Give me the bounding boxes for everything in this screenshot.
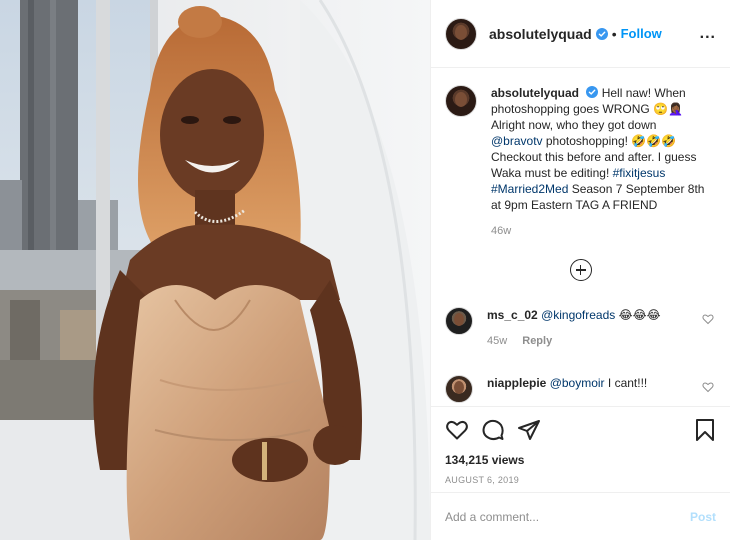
comment-text: 😂😂😂	[615, 308, 661, 322]
author-username[interactable]: absolutelyquad	[489, 26, 592, 42]
share-send-icon[interactable]	[517, 418, 541, 442]
comment-username[interactable]: niapplepie	[487, 376, 546, 390]
comment-mention[interactable]: @kingofreads	[541, 308, 615, 322]
comment-timestamp[interactable]: 45w	[487, 335, 507, 347]
comment-avatar[interactable]	[445, 307, 473, 335]
caption-username[interactable]: absolutelyquad	[491, 86, 579, 100]
comment-item: niapplepie @boymoir I cant!!!	[445, 375, 716, 403]
verified-badge-icon	[595, 27, 608, 40]
comment-like-heart-icon[interactable]	[702, 313, 714, 325]
caption-avatar[interactable]	[445, 85, 477, 117]
post-actions: 134,215 views AUGUST 6, 2019	[431, 406, 730, 485]
comment-like-heart-icon[interactable]	[702, 381, 714, 393]
load-more-comments	[445, 259, 716, 281]
caption: absolutelyquad Hell naw! When photoshopp…	[445, 85, 716, 239]
caption-mention[interactable]: @bravotv	[491, 134, 543, 148]
reply-button[interactable]: Reply	[522, 335, 552, 347]
comment-avatar[interactable]	[445, 375, 473, 403]
caption-hashtag-fixitjesus[interactable]: #fixitjesus	[613, 166, 666, 180]
header-separator: •	[611, 25, 617, 42]
more-options-icon[interactable]: ...	[700, 25, 716, 43]
post-image[interactable]	[0, 0, 430, 540]
view-count[interactable]: 134,215 views	[445, 453, 716, 467]
author-avatar[interactable]	[445, 17, 477, 50]
post-comment-button[interactable]: Post	[690, 510, 716, 524]
caption-hashtag-married2med[interactable]: #Married2Med	[491, 182, 568, 196]
post-date[interactable]: AUGUST 6, 2019	[445, 475, 716, 485]
add-comment-input[interactable]	[445, 509, 690, 524]
post-side-panel: absolutelyquad • Follow ... absolutelyqu…	[430, 0, 730, 540]
comment-mention[interactable]: @boymoir	[550, 376, 605, 390]
comment-text: I cant!!!	[604, 376, 648, 390]
follow-button[interactable]: Follow	[621, 26, 662, 41]
save-bookmark-icon[interactable]	[694, 418, 716, 442]
post-header: absolutelyquad • Follow ...	[431, 0, 730, 68]
post-photo	[0, 0, 430, 540]
comment-item: ms_c_02 @kingofreads 😂😂😂 45w Reply	[445, 307, 716, 349]
comment-bubble-icon[interactable]	[481, 418, 505, 442]
caption-timestamp[interactable]: 46w	[491, 223, 709, 239]
comments-list[interactable]: absolutelyquad Hell naw! When photoshopp…	[431, 69, 730, 406]
load-more-plus-icon[interactable]	[569, 259, 592, 281]
add-comment-bar: Post	[431, 492, 730, 540]
like-heart-icon[interactable]	[445, 418, 469, 442]
comment-username[interactable]: ms_c_02	[487, 308, 538, 322]
verified-badge-icon	[586, 86, 599, 98]
